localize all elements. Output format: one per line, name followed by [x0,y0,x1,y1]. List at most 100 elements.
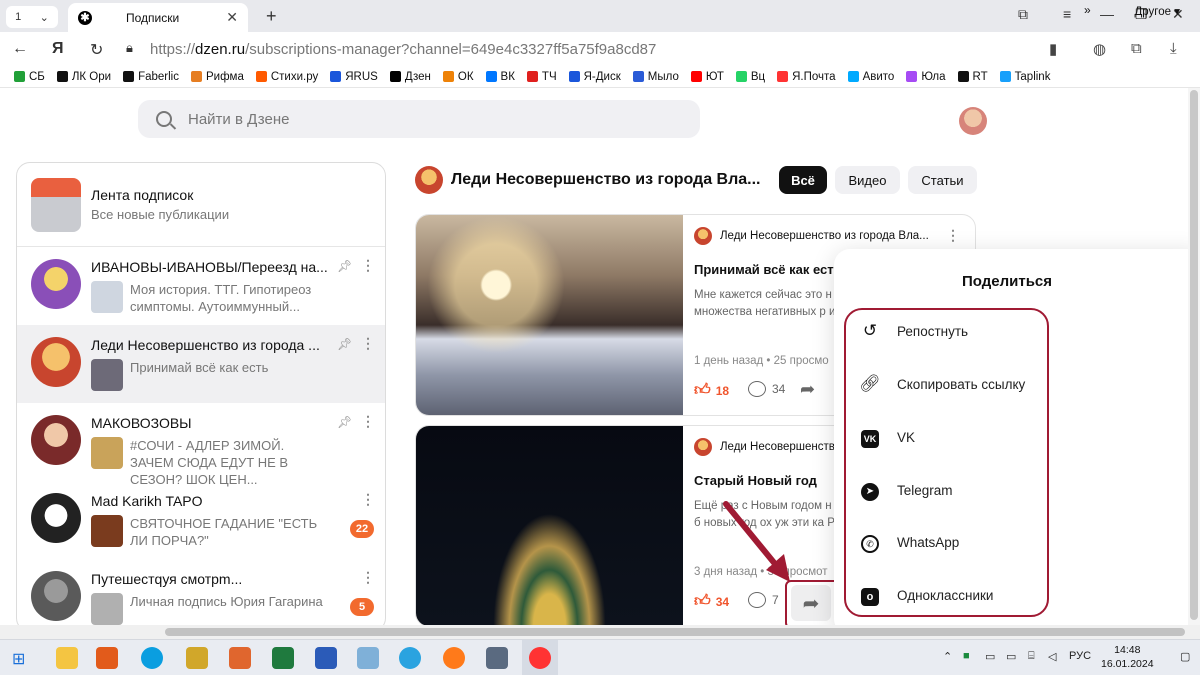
language-indicator[interactable]: РУС [1069,650,1091,662]
like-button[interactable]: 👍︎ 18 [694,381,729,400]
bookmark-item[interactable]: Рифма [190,71,244,83]
notes-app-icon[interactable] [357,647,379,669]
share-copy-link[interactable]: 🔗︎ Скопировать ссылку [859,371,1025,397]
bookmark-item[interactable]: ВК [485,71,515,83]
share-icon[interactable]: ➦ [800,379,815,400]
channel-list-item[interactable]: Леди Несовершенство из города ... Принима… [17,325,385,403]
search-input[interactable]: Найти в Дзене [138,100,700,138]
word-icon[interactable] [315,647,337,669]
powerpoint-icon[interactable] [229,647,251,669]
vertical-scrollbar[interactable] [1188,88,1200,625]
channel-menu-icon[interactable]: ⋮ [361,413,375,430]
windows-start-icon[interactable]: ⊞ [12,649,25,669]
channel-menu-icon[interactable]: ⋮ [361,257,375,274]
skype-icon[interactable] [141,647,163,669]
back-icon[interactable]: ← [12,40,28,58]
filter-articles[interactable]: Статьи [908,166,977,194]
tray-expand-icon[interactable]: ⌃ [943,650,952,663]
like-button[interactable]: 👍︎ 34 [694,592,729,611]
network-icon[interactable]: ⌸ [1028,650,1035,663]
bookmark-item[interactable]: Стихи.ру [255,71,318,83]
card-title[interactable]: Старый Новый год [694,473,817,488]
pin-icon[interactable]: 📌︎ [337,259,352,273]
bookmark-item[interactable]: СБ [14,71,45,83]
channel-menu-icon[interactable]: ⋮ [361,569,375,586]
excel-icon[interactable] [272,647,294,669]
bookmark-item[interactable]: ОК [442,71,474,83]
browser-tab[interactable]: ✱ Подписки ✕ [68,3,248,32]
channel-list-item[interactable]: Mad Karikh TAPO СВЯТОЧНОЕ ГАДАНИЕ "ЕСТЬ Л… [17,481,385,559]
channel-list-item[interactable]: МАКОВОЗОВЫ #СОЧИ - АДЛЕР ЗИМОЙ. ЗАЧЕМ СЮД… [17,403,385,487]
media-player-icon[interactable] [96,647,118,669]
subscriptions-feed-item[interactable]: Лента подписок Все новые публикации [17,163,385,247]
bookmark-item[interactable]: Вц [735,71,765,83]
minimize-icon[interactable]: — [1100,6,1114,22]
bookmark-item[interactable]: Дзен [389,71,431,83]
article-image-christmas-tree[interactable] [416,426,683,626]
calculator-icon[interactable] [486,647,508,669]
share-odnoklassniki[interactable]: о Одноклассники [859,582,993,608]
bookmarks-other[interactable]: Другое ▾ [1134,4,1180,18]
card-title[interactable]: Принимай всё как ест [694,262,834,277]
share-telegram[interactable]: ➤ Telegram [859,477,953,503]
close-tab-icon[interactable]: ✕ [226,9,238,26]
yandex-icon[interactable]: Я [52,40,64,58]
pin-icon[interactable]: 📌︎ [337,415,352,429]
share-repost[interactable]: ↺ Репостнуть [859,318,968,344]
volume-icon[interactable]: ◁ [1048,650,1056,663]
bookmark-item[interactable]: RT [957,71,988,83]
bookmark-item[interactable]: Юла [906,71,946,83]
pin-icon[interactable]: 📌︎ [337,337,352,351]
battery-icon[interactable]: ▭ [1006,650,1016,663]
download-icon[interactable]: ⤓ [1170,40,1177,57]
new-tab-icon[interactable]: + [266,6,277,27]
vertical-scroll-thumb[interactable] [1190,90,1198,620]
bookmark-item[interactable]: Я.Почта [777,71,836,83]
menu-icon[interactable]: ≡ [1063,6,1071,22]
filter-video[interactable]: Видео [835,166,900,194]
extensions-icon[interactable]: ⧉ [1131,40,1142,57]
pen-app-icon[interactable] [186,647,208,669]
telegram-app-icon[interactable] [399,647,421,669]
lock-icon[interactable]: 🔒︎ [126,40,133,56]
security-icon[interactable]: ■ [963,650,970,662]
user-avatar[interactable] [959,107,987,135]
card-author[interactable]: Леди Несовершенство [694,438,841,456]
bookmark-item[interactable]: Авито [847,71,894,83]
bookmark-icon[interactable]: ▮ [1049,40,1057,58]
article-image-winter-park[interactable] [416,215,683,415]
bookmark-item[interactable]: Мыло [632,71,679,83]
channel-menu-icon[interactable]: ⋮ [361,491,375,508]
bookmark-item[interactable]: ЯRUS [330,71,378,83]
channel-menu-icon[interactable]: ⋮ [361,335,375,352]
bookmark-item[interactable]: ЮТ [690,71,724,83]
filter-all[interactable]: Всё [779,166,827,194]
firefox-icon[interactable] [443,647,465,669]
device-icon[interactable]: ▭ [985,650,995,663]
bookmark-item[interactable]: Faberlic [123,71,179,83]
reload-icon[interactable]: ↻ [90,40,103,60]
card-author[interactable]: Леди Несовершенство из города Вла... [694,227,929,245]
channel-list-item[interactable]: Путешестqуя смотрm... Личная подпись Юрия… [17,559,385,631]
file-explorer-icon[interactable] [56,647,78,669]
bookmark-item[interactable]: ЛК Ори [56,71,111,83]
clock[interactable]: 14:48 16.01.2024 [1101,643,1154,671]
comments-button[interactable]: 34 [748,381,785,397]
bookmark-item[interactable]: Я-Диск [568,71,621,83]
bookmark-item[interactable]: ТЧ [526,71,557,83]
horizontal-scroll-thumb[interactable] [165,628,1185,636]
channel-list-item[interactable]: ИВАНОВЫ-ИВАНОВЫ/Переезд на... Моя история… [17,247,385,325]
card-menu-icon[interactable]: ⋮ [946,227,960,244]
share-vk[interactable]: VK VK [859,424,915,450]
share-whatsapp[interactable]: ✆ WhatsApp [859,529,959,555]
bookmarks-more-icon[interactable]: » [1084,3,1091,17]
channel-avatar[interactable] [415,166,443,194]
bookmark-item[interactable]: Taplink [999,71,1050,83]
url-field[interactable]: https://dzen.ru/subscriptions-manager?ch… [150,41,656,58]
tabs-collection-icon[interactable]: ⧉ [1018,6,1028,23]
globe-icon[interactable]: ◍ [1093,40,1106,58]
channel-name[interactable]: Леди Несовершенство из города Вла... [451,171,761,189]
comments-button[interactable]: 7 [748,592,779,608]
notifications-icon[interactable]: ▢ [1180,650,1190,663]
tab-counter[interactable]: 1 ⌄ [6,6,58,28]
